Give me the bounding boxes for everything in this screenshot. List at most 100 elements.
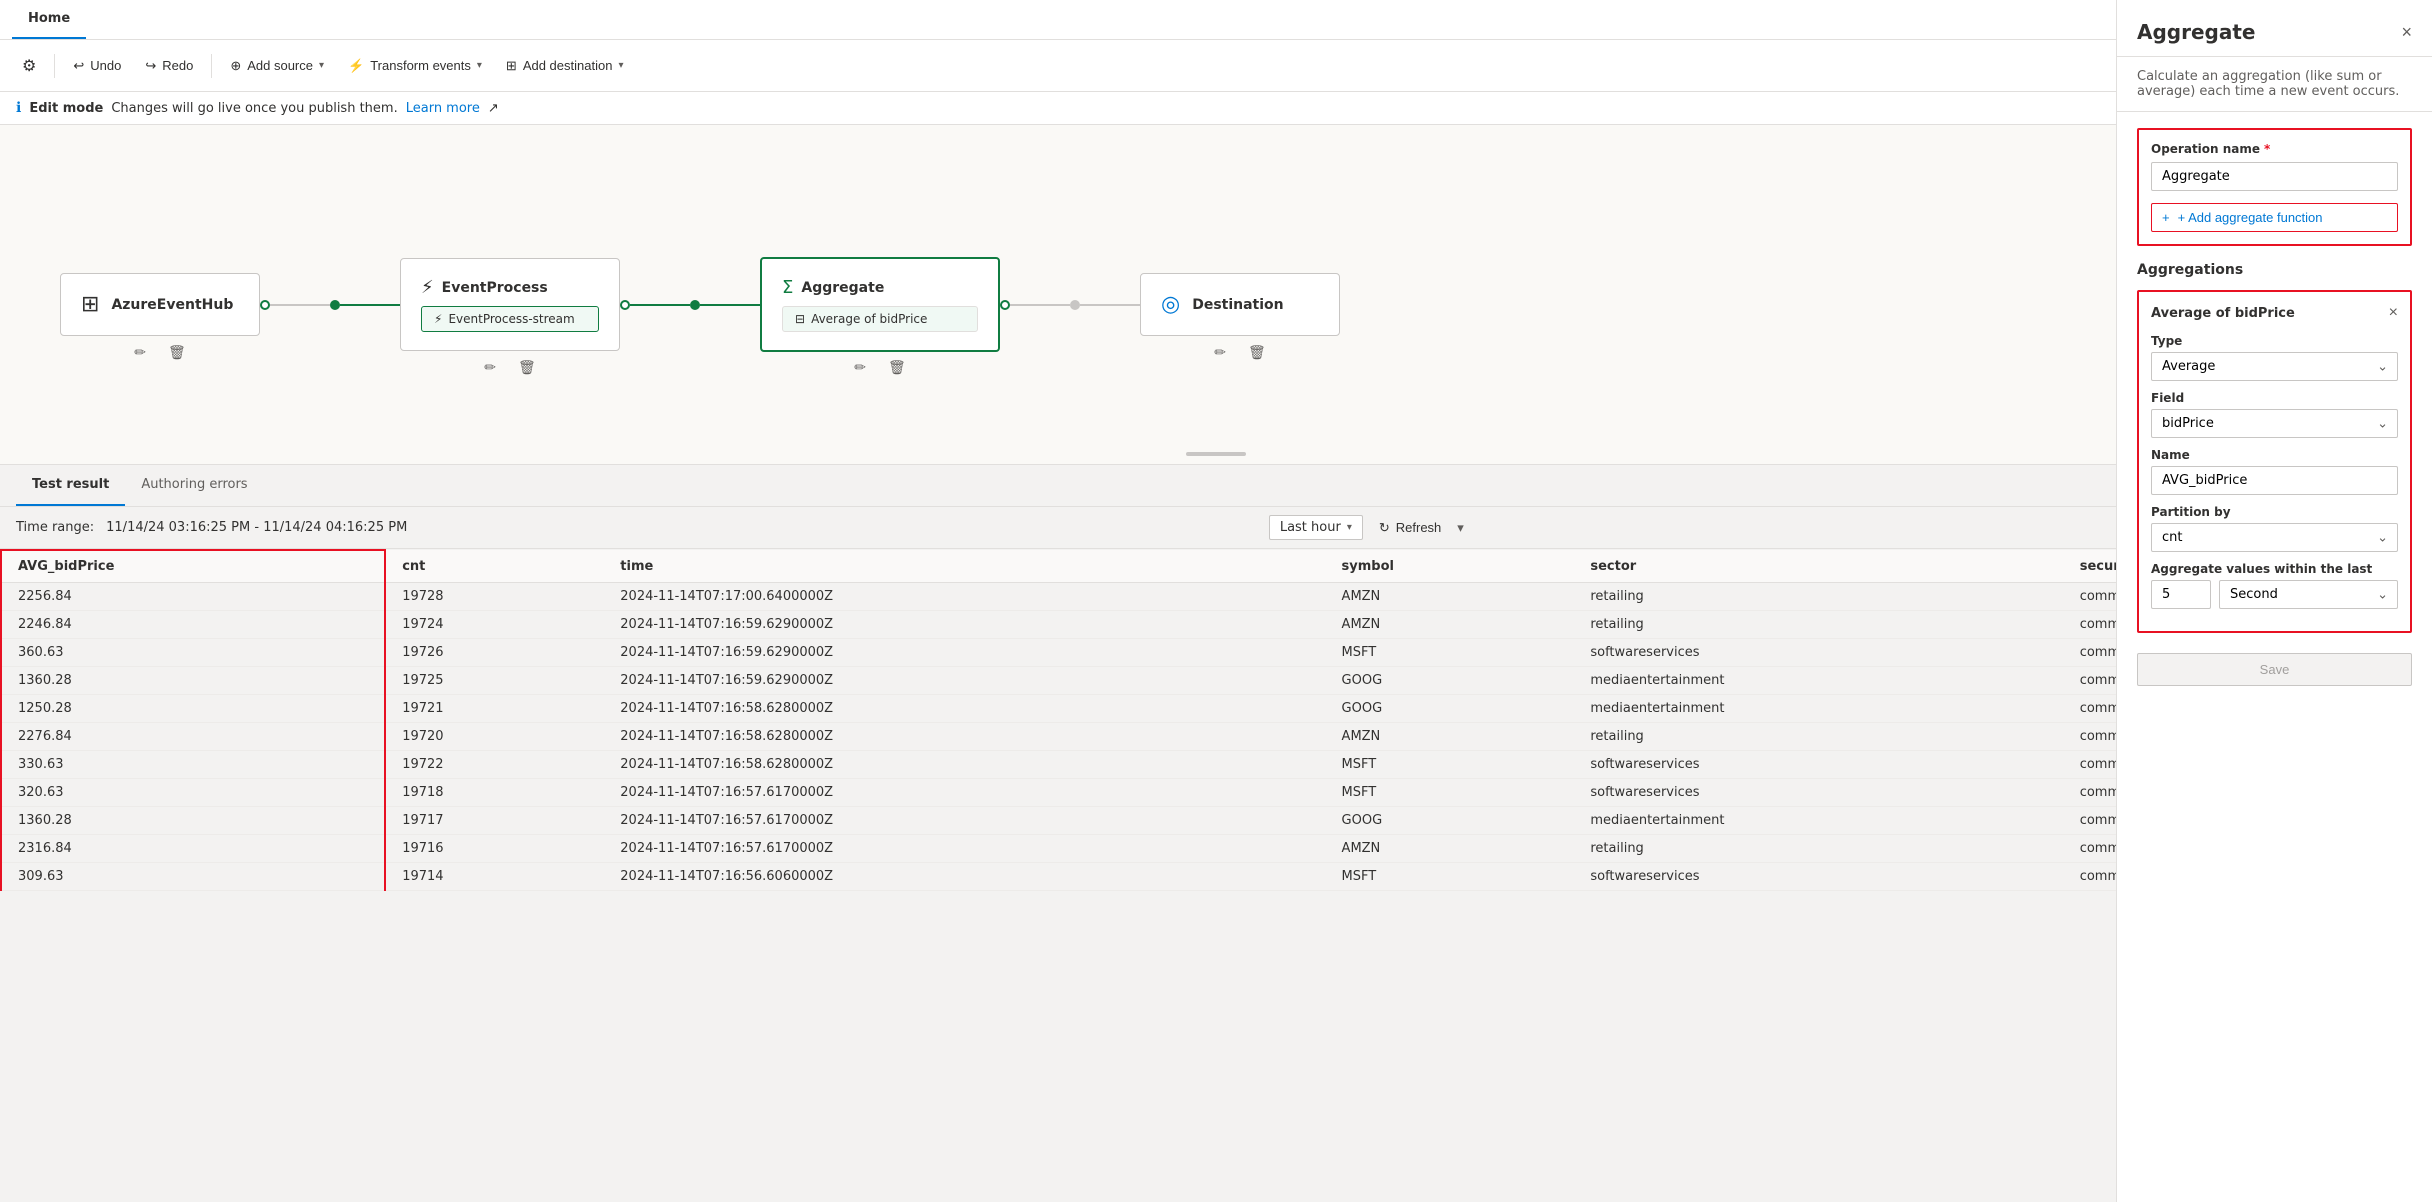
table-cell-4-3: GOOG xyxy=(1326,695,1575,723)
time-filter-select[interactable]: Last hour ▾ xyxy=(1269,515,1363,540)
within-unit-select[interactable]: Second xyxy=(2219,580,2398,609)
type-select-wrapper: Average xyxy=(2151,352,2398,381)
azure-edit-button[interactable]: ✏ xyxy=(126,340,154,365)
aggregate-edit-button[interactable]: ✏ xyxy=(846,355,874,380)
table-cell-10-1: 19714 xyxy=(385,863,604,891)
add-destination-button[interactable]: ⊞ Add destination ▾ xyxy=(496,52,634,80)
connector-2 xyxy=(620,300,760,310)
node-destination[interactable]: ◎ Destination ✏ 🗑 xyxy=(1140,273,1340,336)
add-source-icon: ⊕ xyxy=(230,58,241,74)
table-cell-5-0: 2276.84 xyxy=(1,723,385,751)
table-cell-8-3: GOOG xyxy=(1326,807,1575,835)
aggregate-delete-button[interactable]: 🗑 xyxy=(880,355,914,380)
add-source-button[interactable]: ⊕ Add source ▾ xyxy=(220,52,334,80)
undo-icon: ↩ xyxy=(73,58,84,74)
name-input[interactable] xyxy=(2151,466,2398,495)
info-message: Changes will go live once you publish th… xyxy=(111,101,397,116)
edit-mode-label: Edit mode xyxy=(29,101,103,116)
field-group: Field bidPrice xyxy=(2151,391,2398,438)
tab-authoring-errors[interactable]: Authoring errors xyxy=(125,465,263,506)
azure-event-hub-label: AzureEventHub xyxy=(111,297,233,313)
table-cell-10-2: 2024-11-14T07:16:56.6060000Z xyxy=(604,863,1325,891)
tab-test-result[interactable]: Test result xyxy=(16,465,125,506)
table-cell-9-2: 2024-11-14T07:16:57.6170000Z xyxy=(604,835,1325,863)
tab-home[interactable]: Home xyxy=(12,0,86,39)
partition-by-group: Partition by cnt xyxy=(2151,505,2398,552)
learn-more-link[interactable]: Learn more xyxy=(406,101,480,116)
operation-name-section: Operation name * + + Add aggregate funct… xyxy=(2137,128,2412,246)
operation-name-input[interactable] xyxy=(2151,162,2398,191)
within-number-input[interactable] xyxy=(2151,580,2211,609)
aggregation-card: Average of bidPrice × Type Average Field… xyxy=(2137,290,2412,633)
field-select[interactable]: bidPrice xyxy=(2151,409,2398,438)
redo-button[interactable]: ↪ Redo xyxy=(135,52,203,80)
table-cell-2-4: softwareservices xyxy=(1574,639,2063,667)
table-cell-4-0: 1250.28 xyxy=(1,695,385,723)
destination-label: Destination xyxy=(1192,297,1283,313)
eventprocess-edit-button[interactable]: ✏ xyxy=(476,355,504,380)
panel-title: Aggregate xyxy=(2137,20,2255,44)
table-cell-7-4: softwareservices xyxy=(1574,779,2063,807)
save-button[interactable]: Save xyxy=(2137,653,2412,686)
node-aggregate[interactable]: Σ Aggregate ⊟ Average of bidPrice ✏ 🗑 xyxy=(760,257,1000,352)
azure-delete-button[interactable]: 🗑 xyxy=(160,340,194,365)
add-icon: + xyxy=(2162,210,2170,225)
gear-button[interactable]: ⚙ xyxy=(12,50,46,82)
panel-close-button[interactable]: × xyxy=(2401,22,2412,43)
aggregate-label: Aggregate xyxy=(801,280,884,296)
table-cell-7-2: 2024-11-14T07:16:57.6170000Z xyxy=(604,779,1325,807)
field-select-wrapper: bidPrice xyxy=(2151,409,2398,438)
table-cell-4-1: 19721 xyxy=(385,695,604,723)
results-toolbar: Time range: 11/14/24 03:16:25 PM - 11/14… xyxy=(0,507,2432,549)
table-row: 2276.84197202024-11-14T07:16:58.6280000Z… xyxy=(1,723,2432,751)
refresh-icon: ↻ xyxy=(1379,520,1390,536)
within-unit-wrapper: Second xyxy=(2219,580,2398,609)
eventprocess-delete-button[interactable]: 🗑 xyxy=(510,355,544,380)
name-field-group: Name xyxy=(2151,448,2398,495)
table-row: 2246.84197242024-11-14T07:16:59.6290000Z… xyxy=(1,611,2432,639)
col-header-symbol: symbol xyxy=(1326,550,1575,583)
add-aggregate-function-button[interactable]: + + Add aggregate function xyxy=(2151,203,2398,232)
expand-button[interactable]: ▾ xyxy=(1457,520,1464,536)
transform-events-button[interactable]: ⚡ Transform events ▾ xyxy=(338,52,492,80)
event-process-icon: ⚡ xyxy=(421,277,434,298)
stream-icon: ⚡ xyxy=(434,312,442,326)
refresh-button[interactable]: ↻ Refresh xyxy=(1371,516,1449,540)
partition-by-label: Partition by xyxy=(2151,505,2398,519)
table-cell-10-4: softwareservices xyxy=(1574,863,2063,891)
col-header-cnt: cnt xyxy=(385,550,604,583)
scroll-indicator xyxy=(1186,452,1246,456)
results-tabs: Test result Authoring errors xyxy=(0,465,2432,507)
type-select[interactable]: Average xyxy=(2151,352,2398,381)
node-azure-event-hub[interactable]: ⊞ AzureEventHub ✏ 🗑 xyxy=(60,273,260,336)
table-row: 2316.84197162024-11-14T07:16:57.6170000Z… xyxy=(1,835,2432,863)
aggregations-title: Aggregations xyxy=(2137,262,2412,278)
type-label: Type xyxy=(2151,334,2398,348)
table-cell-9-1: 19716 xyxy=(385,835,604,863)
panel-description: Calculate an aggregation (like sum or av… xyxy=(2117,57,2432,112)
table-cell-8-1: 19717 xyxy=(385,807,604,835)
info-icon: ℹ xyxy=(16,100,21,116)
undo-button[interactable]: ↩ Undo xyxy=(63,52,131,80)
agg-card-close-button[interactable]: × xyxy=(2389,304,2398,322)
connector-1 xyxy=(260,300,400,310)
table-cell-1-4: retailing xyxy=(1574,611,2063,639)
table-cell-3-0: 1360.28 xyxy=(1,667,385,695)
table-cell-1-2: 2024-11-14T07:16:59.6290000Z xyxy=(604,611,1325,639)
destination-delete-button[interactable]: 🗑 xyxy=(1240,340,1274,365)
table-cell-0-4: retailing xyxy=(1574,583,2063,611)
within-group: Aggregate values within the last Second xyxy=(2151,562,2398,609)
partition-select[interactable]: cnt xyxy=(2151,523,2398,552)
table-row: 309.63197142024-11-14T07:16:56.6060000ZM… xyxy=(1,863,2432,891)
table-header-row: AVG_bidPrice cnt time symbol sector secu… xyxy=(1,550,2432,583)
required-indicator: * xyxy=(2264,142,2270,156)
col-header-time: time xyxy=(604,550,1325,583)
time-range-label: Time range: xyxy=(16,520,94,535)
table-cell-3-1: 19725 xyxy=(385,667,604,695)
table-cell-6-3: MSFT xyxy=(1326,751,1575,779)
panel-body: Operation name * + + Add aggregate funct… xyxy=(2117,112,2432,1202)
table-cell-2-0: 360.63 xyxy=(1,639,385,667)
destination-edit-button[interactable]: ✏ xyxy=(1206,340,1234,365)
data-table-wrapper[interactable]: AVG_bidPrice cnt time symbol sector secu… xyxy=(0,549,2432,1195)
node-event-process[interactable]: ⚡ EventProcess ⚡ EventProcess-stream ✏ 🗑 xyxy=(400,258,620,351)
